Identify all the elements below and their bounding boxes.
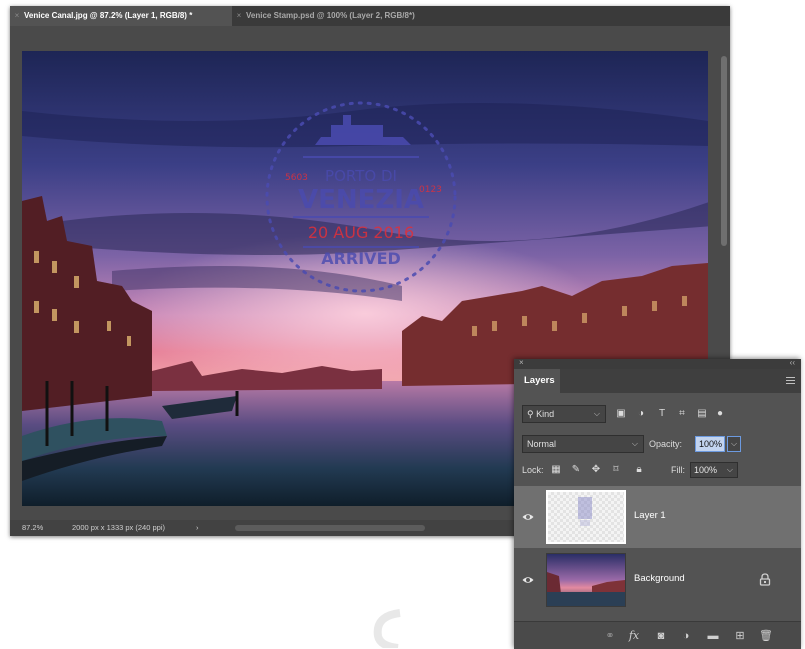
panel-collapse-icon[interactable]: ‹‹ bbox=[790, 359, 795, 367]
tab-close-icon[interactable]: × bbox=[232, 6, 246, 26]
horizontal-scroll-thumb[interactable] bbox=[235, 525, 425, 531]
watermark-fragment bbox=[373, 609, 401, 648]
opacity-label: Opacity: bbox=[649, 439, 683, 449]
stamp-code-left: 5603 bbox=[285, 173, 308, 183]
stamp-text-layer: PORTO DI VENEZIA 20 AUG 2016 ARRIVED 560… bbox=[263, 99, 459, 295]
layers-panel: × ‹‹ Layers ⚲ Kind ⌵ ▣ ◑ T ⌗ ▤ ● Normal … bbox=[514, 359, 801, 649]
opacity-input[interactable]: 100% bbox=[695, 436, 725, 452]
blend-mode-value: Normal bbox=[527, 439, 557, 449]
trash-icon[interactable]: 🗑︎ bbox=[758, 628, 774, 644]
stamp-date: 20 AUG 2016 bbox=[307, 223, 415, 242]
chevron-down-icon: ⌵ bbox=[726, 465, 733, 474]
search-icon: ⚲ bbox=[527, 409, 534, 419]
filter-adjustment-icon[interactable]: ◑ bbox=[634, 405, 648, 423]
stamp-code-right: 0123 bbox=[419, 185, 442, 195]
filter-pixel-icon[interactable]: ▣ bbox=[614, 405, 628, 423]
layer-row-background[interactable]: Background bbox=[514, 549, 801, 611]
layer-lock-icon[interactable] bbox=[759, 573, 771, 586]
document-info: 2000 px x 1333 px (240 ppi) bbox=[72, 523, 165, 532]
tab-label: Venice Canal.jpg @ 87.2% (Layer 1, RGB/8… bbox=[24, 11, 193, 20]
folder-icon[interactable]: ▬ bbox=[705, 628, 721, 644]
opacity-slider-button[interactable]: ⌵ bbox=[727, 436, 741, 452]
tab-label: Venice Stamp.psd @ 100% (Layer 2, RGB/8*… bbox=[246, 11, 415, 20]
chevron-down-icon: ⌵ bbox=[593, 409, 600, 418]
filter-type-icon[interactable]: T bbox=[655, 405, 669, 423]
layer-1-thumbnail[interactable] bbox=[546, 490, 626, 544]
blend-mode-dropdown[interactable]: Normal ⌵ bbox=[522, 435, 644, 453]
layer-name[interactable]: Layer 1 bbox=[634, 510, 666, 521]
stamp-status: ARRIVED bbox=[321, 249, 401, 268]
panel-tab-row: Layers bbox=[514, 369, 801, 393]
fill-value: 100% bbox=[694, 465, 718, 475]
fill-input[interactable]: 100% ⌵ bbox=[690, 462, 738, 478]
fx-icon[interactable]: fx bbox=[626, 628, 642, 644]
filter-kind-dropdown[interactable]: ⚲ Kind ⌵ bbox=[522, 405, 606, 423]
mask-icon[interactable]: ◙ bbox=[653, 628, 669, 644]
panel-menu-icon[interactable] bbox=[786, 377, 795, 385]
panel-bottom-toolbar: ⚭ fx ◙ ◑ ▬ ⊞ 🗑︎ bbox=[514, 621, 801, 649]
panel-title-bar: × ‹‹ bbox=[514, 359, 801, 369]
adjustment-icon[interactable]: ◑ bbox=[678, 628, 694, 644]
lock-position-icon[interactable]: ✥ bbox=[589, 461, 603, 479]
filter-row: ⚲ Kind ⌵ ▣ ◑ T ⌗ ▤ ● bbox=[514, 405, 801, 423]
status-menu-arrow[interactable]: › bbox=[196, 520, 199, 536]
filter-smart-object-icon[interactable]: ▤ bbox=[695, 405, 709, 423]
lock-label: Lock: bbox=[522, 465, 544, 475]
tab-venice-canal[interactable]: × Venice Canal.jpg @ 87.2% (Layer 1, RGB/… bbox=[10, 6, 232, 26]
prevent-auto-nesting-icon[interactable]: ⌑ bbox=[609, 461, 623, 479]
document-tab-bar: × Venice Canal.jpg @ 87.2% (Layer 1, RGB/… bbox=[10, 6, 730, 26]
lock-all-icon[interactable]: 🔒︎ bbox=[632, 461, 646, 479]
tab-close-icon[interactable]: × bbox=[10, 6, 24, 26]
new-layer-icon[interactable]: ⊞ bbox=[732, 628, 748, 644]
lock-image-pixels-icon[interactable]: ✎ bbox=[569, 461, 583, 479]
blend-row: Normal ⌵ Opacity: 100% ⌵ bbox=[514, 435, 801, 453]
filter-kind-label: Kind bbox=[536, 409, 555, 419]
tab-venice-stamp[interactable]: × Venice Stamp.psd @ 100% (Layer 2, RGB/8… bbox=[232, 6, 415, 26]
background-thumbnail[interactable] bbox=[546, 553, 626, 607]
visibility-eye-icon[interactable] bbox=[522, 511, 534, 523]
lock-row: Lock: ▦ ✎ ✥ ⌑ 🔒︎ Fill: 100% ⌵ bbox=[514, 461, 801, 479]
zoom-level[interactable]: 87.2% bbox=[22, 520, 43, 536]
visibility-eye-icon[interactable] bbox=[522, 574, 534, 586]
link-icon[interactable]: ⚭ bbox=[602, 628, 618, 644]
layer-row-layer-1[interactable]: Layer 1 bbox=[514, 486, 801, 548]
fill-label: Fill: bbox=[671, 465, 685, 475]
panel-close-icon[interactable]: × bbox=[519, 359, 524, 367]
chevron-down-icon: ⌵ bbox=[631, 439, 638, 448]
lock-transparent-pixels-icon[interactable]: ▦ bbox=[549, 461, 563, 479]
vertical-scroll-thumb[interactable] bbox=[721, 56, 727, 246]
filter-shape-icon[interactable]: ⌗ bbox=[675, 405, 689, 423]
layer-name[interactable]: Background bbox=[634, 573, 685, 584]
tab-layers[interactable]: Layers bbox=[514, 369, 560, 393]
filter-toggle-icon[interactable]: ● bbox=[713, 405, 727, 423]
